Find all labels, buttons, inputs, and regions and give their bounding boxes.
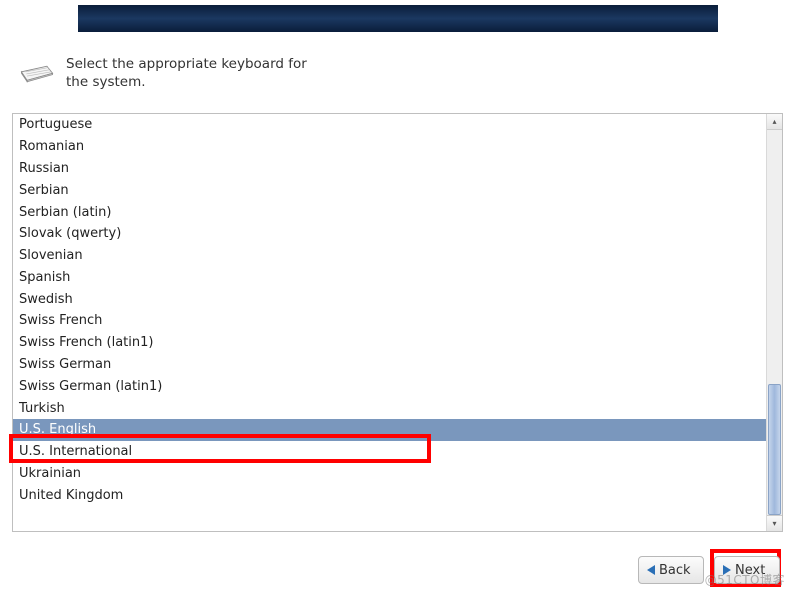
next-button[interactable]: Next bbox=[714, 556, 780, 584]
list-item-label: U.S. International bbox=[19, 444, 132, 459]
list-item-label: Portuguese bbox=[19, 117, 92, 132]
button-row: Back Next bbox=[638, 556, 780, 584]
list-item[interactable]: Slovenian bbox=[13, 245, 766, 267]
back-button[interactable]: Back bbox=[638, 556, 704, 584]
arrow-right-icon bbox=[723, 565, 731, 575]
list-item[interactable]: United Kingdom bbox=[13, 484, 766, 506]
arrow-left-icon bbox=[647, 565, 655, 575]
list-item-label: U.S. English bbox=[19, 422, 96, 437]
scroll-up-button[interactable]: ▴ bbox=[767, 114, 782, 130]
scroll-down-button[interactable]: ▾ bbox=[767, 515, 782, 531]
list-item-label: Swedish bbox=[19, 292, 73, 307]
list-item[interactable]: Swiss German bbox=[13, 354, 766, 376]
list-item-label: Turkish bbox=[19, 401, 65, 416]
back-button-label: Back bbox=[659, 563, 691, 578]
list-item-label: Romanian bbox=[19, 139, 84, 154]
list-item-label: Ukrainian bbox=[19, 466, 81, 481]
list-item-label: Swiss French (latin1) bbox=[19, 335, 153, 350]
scroll-thumb[interactable] bbox=[768, 384, 781, 515]
list-item-label: Swiss German (latin1) bbox=[19, 379, 162, 394]
banner-bar bbox=[78, 5, 718, 32]
list-item[interactable]: Russian bbox=[13, 158, 766, 180]
scroll-track[interactable] bbox=[767, 130, 782, 515]
list-item[interactable]: Slovak (qwerty) bbox=[13, 223, 766, 245]
list-item-label: Spanish bbox=[19, 270, 70, 285]
list-item[interactable]: U.S. English bbox=[13, 419, 766, 441]
list-item[interactable]: Swiss German (latin1) bbox=[13, 375, 766, 397]
list-item[interactable]: U.S. International bbox=[13, 441, 766, 463]
instruction-line1: Select the appropriate keyboard forthe s… bbox=[66, 56, 307, 90]
list-item-label: Slovenian bbox=[19, 248, 83, 263]
keyboard-icon bbox=[20, 55, 54, 83]
list-item[interactable]: Swedish bbox=[13, 288, 766, 310]
list-item[interactable]: Serbian (latin) bbox=[13, 201, 766, 223]
next-button-label: Next bbox=[735, 563, 765, 578]
list-item-label: Serbian bbox=[19, 183, 69, 198]
list-item[interactable]: Ukrainian bbox=[13, 463, 766, 485]
list-item-label: Slovak (qwerty) bbox=[19, 226, 121, 241]
scrollbar[interactable]: ▴ ▾ bbox=[766, 114, 782, 531]
list-item[interactable]: Swiss French bbox=[13, 310, 766, 332]
list-item[interactable]: Portuguese bbox=[13, 114, 766, 136]
instruction-text: Select the appropriate keyboard forthe s… bbox=[66, 55, 307, 91]
list-item-label: Swiss German bbox=[19, 357, 111, 372]
list-item-label: United Kingdom bbox=[19, 488, 123, 503]
list-item[interactable]: Romanian bbox=[13, 136, 766, 158]
list-item[interactable]: Spanish bbox=[13, 266, 766, 288]
list-item-label: Serbian (latin) bbox=[19, 205, 111, 220]
list-item[interactable]: Serbian bbox=[13, 179, 766, 201]
header-row: Select the appropriate keyboard forthe s… bbox=[20, 55, 307, 91]
keyboard-list[interactable]: Portuguese Romanian Russian Serbian Serbian … bbox=[13, 114, 766, 531]
list-item[interactable]: Turkish bbox=[13, 397, 766, 419]
list-item-label: Swiss French bbox=[19, 313, 102, 328]
list-item[interactable]: Swiss French (latin1) bbox=[13, 332, 766, 354]
list-item-label: Russian bbox=[19, 161, 69, 176]
keyboard-list-container: Portuguese Romanian Russian Serbian Serbian … bbox=[12, 113, 783, 532]
